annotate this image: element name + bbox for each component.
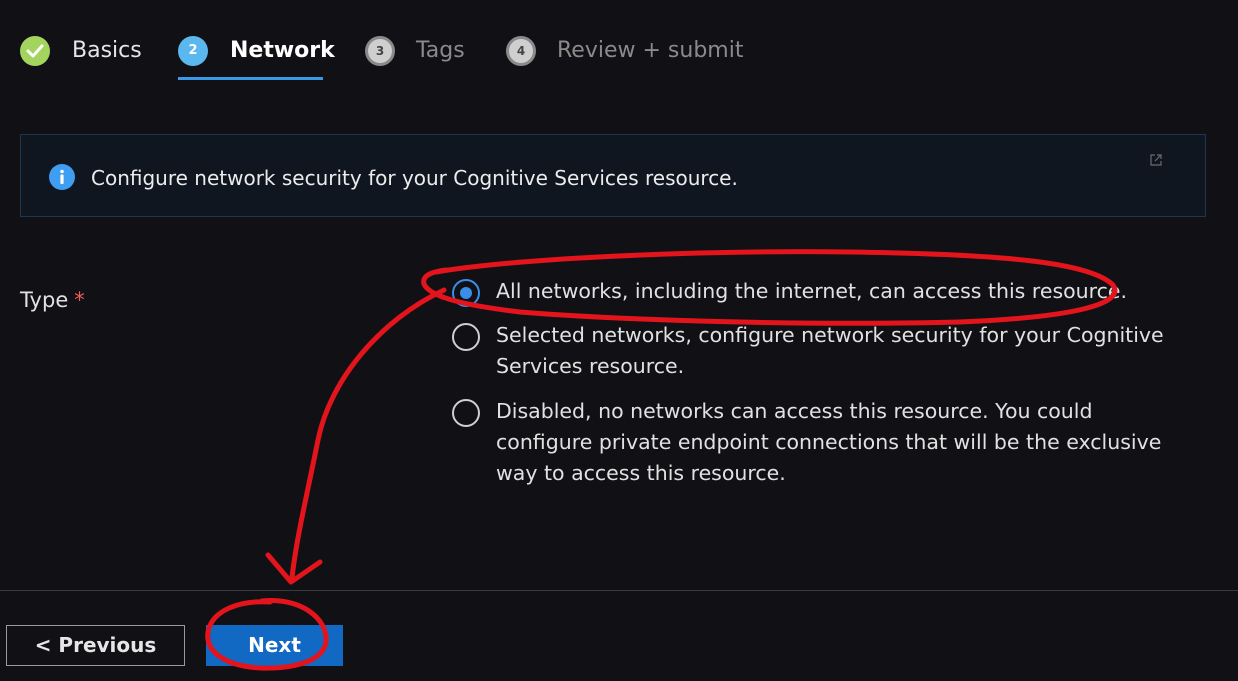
tab-label: Basics bbox=[72, 38, 142, 63]
checkmark-icon bbox=[20, 36, 50, 66]
step-number-badge: 2 bbox=[178, 36, 208, 66]
radio-button[interactable] bbox=[452, 323, 480, 351]
annotation-arrow-curve bbox=[289, 287, 447, 581]
info-banner: Configure network security for your Cogn… bbox=[20, 134, 1206, 217]
radio-option-label: Disabled, no networks can access this re… bbox=[496, 399, 1162, 485]
previous-button[interactable]: < Previous bbox=[6, 625, 185, 666]
active-tab-indicator bbox=[178, 77, 323, 80]
radio-option-label: All networks, including the internet, ca… bbox=[496, 279, 1128, 303]
next-button[interactable]: Next bbox=[206, 625, 343, 666]
info-icon bbox=[49, 164, 75, 190]
radio-button[interactable] bbox=[452, 399, 480, 427]
type-label-text: Type bbox=[20, 288, 69, 312]
tab-label: Network bbox=[230, 38, 335, 63]
radio-option-label: Selected networks, configure network sec… bbox=[496, 323, 1164, 378]
type-field-label: Type * bbox=[20, 286, 85, 314]
radio-selected-dot bbox=[460, 287, 472, 299]
wizard-tabs: Basics 2 Network 3 Tags 4 Review + submi… bbox=[0, 0, 1238, 82]
info-banner-text: Configure network security for your Cogn… bbox=[91, 166, 738, 190]
footer-divider bbox=[0, 590, 1238, 591]
radio-option-all-networks[interactable]: All networks, including the internet, ca… bbox=[452, 279, 1192, 313]
radio-option-disabled[interactable]: Disabled, no networks can access this re… bbox=[452, 399, 1192, 495]
tab-network[interactable]: 2 Network bbox=[178, 0, 335, 82]
tab-label: Tags bbox=[416, 38, 465, 63]
external-link-icon[interactable] bbox=[1149, 153, 1163, 167]
tab-review-submit[interactable]: 4 Review + submit bbox=[506, 0, 746, 82]
tab-tags[interactable]: 3 Tags bbox=[365, 0, 475, 82]
annotation-arrowhead bbox=[265, 552, 323, 585]
step-number-badge: 4 bbox=[506, 36, 536, 66]
radio-button-checked[interactable] bbox=[452, 279, 480, 307]
step-number-badge: 3 bbox=[365, 36, 395, 66]
tab-basics[interactable]: Basics bbox=[20, 0, 160, 82]
tab-label: Review + submit bbox=[557, 38, 744, 63]
required-marker: * bbox=[74, 288, 85, 312]
radio-option-selected-networks[interactable]: Selected networks, configure network sec… bbox=[452, 323, 1192, 389]
